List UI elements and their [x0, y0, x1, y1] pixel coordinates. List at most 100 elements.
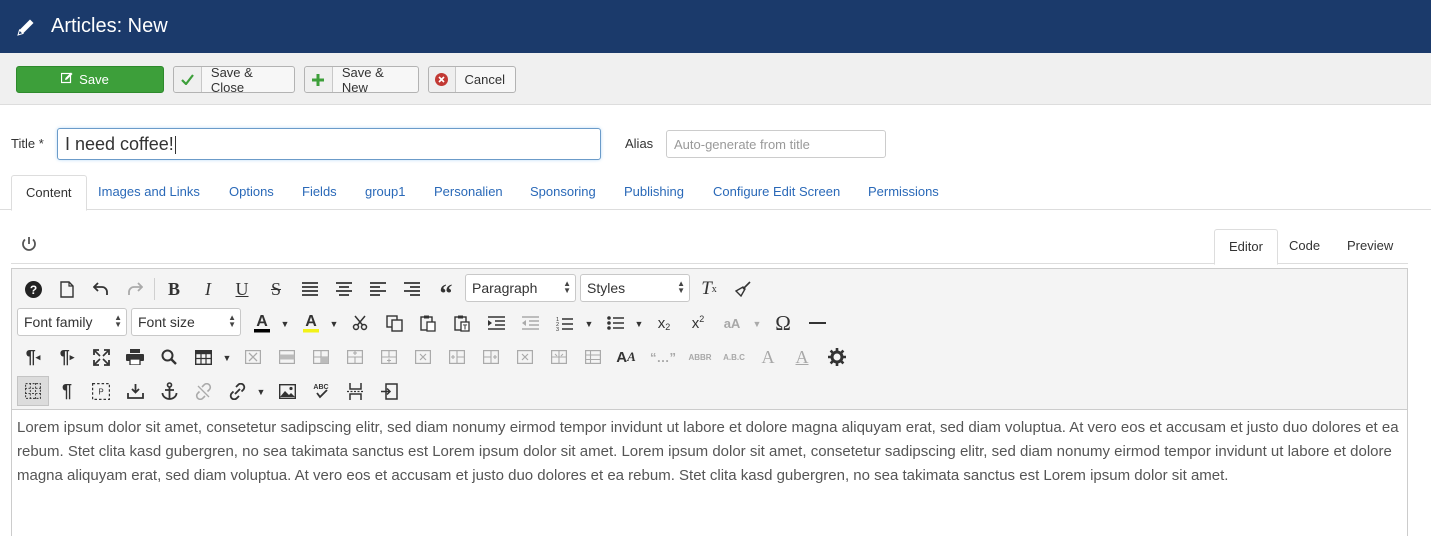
special-character-icon[interactable]: Ω: [769, 309, 797, 337]
link-icon[interactable]: [223, 377, 251, 405]
chevron-down-icon[interactable]: ▼: [584, 319, 594, 329]
read-more-icon[interactable]: [375, 377, 403, 405]
edit-icon: [61, 72, 73, 87]
tab-permissions[interactable]: Permissions: [854, 175, 953, 210]
editor-content[interactable]: Lorem ipsum dolor sit amet, consetetur s…: [17, 416, 1402, 488]
visual-aid-icon[interactable]: [17, 376, 49, 406]
align-justify-icon[interactable]: [296, 275, 324, 303]
chevron-down-icon[interactable]: ▼: [329, 319, 339, 329]
superscript-icon[interactable]: x2: [684, 309, 712, 337]
tab-images-links[interactable]: Images and Links: [84, 175, 214, 210]
background-color-icon[interactable]: A: [297, 309, 325, 337]
ltr-paragraph-icon[interactable]: ¶ ◂: [19, 343, 47, 371]
rtl-paragraph-icon[interactable]: ¶ ▸: [53, 343, 81, 371]
italic-icon[interactable]: I: [194, 275, 222, 303]
styles-select[interactable]: Styles ▲ ▼: [580, 274, 690, 302]
show-blocks-pilcrow-icon[interactable]: ¶: [53, 377, 81, 405]
editor-mode-code[interactable]: Code: [1275, 229, 1334, 264]
insert-column-before-icon[interactable]: [443, 343, 471, 371]
insert-row-after-icon[interactable]: [375, 343, 403, 371]
acronym-icon[interactable]: A.B.C: [720, 343, 748, 371]
insert-template-icon[interactable]: [121, 377, 149, 405]
help-icon[interactable]: ?: [19, 275, 47, 303]
spellcheck-icon[interactable]: ABC: [307, 377, 335, 405]
cite-icon[interactable]: A: [754, 343, 782, 371]
tab-group1[interactable]: group1: [351, 175, 419, 210]
copy-icon[interactable]: [380, 309, 408, 337]
save-close-button[interactable]: Save & Close: [173, 65, 295, 95]
text-color-icon[interactable]: A: [248, 309, 276, 337]
outdent-icon[interactable]: [516, 309, 544, 337]
fullscreen-icon[interactable]: [87, 343, 115, 371]
tab-content[interactable]: Content: [11, 175, 87, 211]
save-button[interactable]: Save: [16, 66, 164, 93]
new-document-icon[interactable]: [53, 275, 81, 303]
abbreviation-icon[interactable]: ABBR: [686, 343, 714, 371]
blockquote-icon[interactable]: “: [432, 275, 460, 308]
font-size-select[interactable]: Font size ▲ ▼: [131, 308, 241, 336]
horizontal-rule-icon[interactable]: [803, 309, 831, 337]
chevron-down-icon[interactable]: ▼: [280, 319, 290, 329]
cut-icon[interactable]: [346, 309, 374, 337]
align-left-icon[interactable]: [364, 275, 392, 303]
broom-icon[interactable]: [729, 275, 757, 303]
tab-publishing[interactable]: Publishing: [610, 175, 698, 210]
cancel-button[interactable]: Cancel: [428, 66, 516, 93]
table-icon[interactable]: [189, 343, 217, 371]
indent-icon[interactable]: [482, 309, 510, 337]
subscript-icon[interactable]: x2: [650, 309, 678, 337]
select-arrows-icon: ▲ ▼: [563, 279, 571, 295]
undo-icon[interactable]: [87, 275, 115, 303]
print-icon[interactable]: [121, 343, 149, 371]
change-case-icon[interactable]: aA: [718, 309, 746, 337]
split-cells-icon[interactable]: [545, 343, 573, 371]
delete-column-icon[interactable]: [511, 343, 539, 371]
image-icon[interactable]: [273, 377, 301, 405]
power-icon[interactable]: [20, 235, 38, 253]
paste-icon[interactable]: [414, 309, 442, 337]
insert-column-after-icon[interactable]: [477, 343, 505, 371]
delete-row-icon[interactable]: [409, 343, 437, 371]
format-select[interactable]: Paragraph ▲ ▼: [465, 274, 576, 302]
editor-mode-editor[interactable]: Editor: [1214, 229, 1278, 265]
style-format-icon[interactable]: AA: [612, 343, 640, 371]
align-right-icon[interactable]: [398, 275, 426, 303]
tab-fields[interactable]: Fields: [288, 175, 351, 210]
numbered-list-icon[interactable]: 123: [550, 309, 578, 337]
search-icon[interactable]: [155, 343, 183, 371]
editor-mode-preview[interactable]: Preview: [1333, 229, 1407, 264]
editor-toolbar: ? B I U S “ Paragraph ▲ ▼ Styles ▲ ▼ Tx Font…: [12, 269, 1407, 410]
strikethrough-icon[interactable]: S: [262, 275, 290, 303]
page-break-icon[interactable]: [341, 377, 369, 405]
insert-text-icon[interactable]: A: [788, 343, 816, 371]
tab-sponsoring[interactable]: Sponsoring: [516, 175, 610, 210]
unlink-icon[interactable]: [189, 377, 217, 405]
merge-cells-icon[interactable]: [579, 343, 607, 371]
align-center-icon[interactable]: [330, 275, 358, 303]
tab-personalien[interactable]: Personalien: [420, 175, 517, 210]
tab-configure-edit-screen[interactable]: Configure Edit Screen: [699, 175, 854, 210]
redo-icon[interactable]: [121, 275, 149, 303]
alias-input[interactable]: [666, 130, 886, 158]
quote-icon[interactable]: “…”: [646, 343, 680, 371]
title-input[interactable]: I need coffee!: [57, 128, 601, 160]
gear-icon[interactable]: [823, 343, 851, 371]
table-row-props-icon[interactable]: [273, 343, 301, 371]
paste-text-icon[interactable]: T: [448, 309, 476, 337]
save-new-button[interactable]: Save & New: [304, 65, 419, 95]
chevron-down-icon[interactable]: ▼: [256, 387, 266, 397]
table-cell-props-icon[interactable]: [307, 343, 335, 371]
bold-icon[interactable]: B: [160, 275, 188, 303]
bullet-list-icon[interactable]: [601, 309, 629, 337]
chevron-down-icon[interactable]: ▼: [752, 319, 762, 329]
clear-formatting-icon[interactable]: Tx: [695, 275, 723, 303]
anchor-icon[interactable]: [155, 377, 183, 405]
underline-icon[interactable]: U: [228, 275, 256, 303]
show-blocks-icon[interactable]: P: [87, 377, 115, 405]
insert-row-before-icon[interactable]: [341, 343, 369, 371]
chevron-down-icon[interactable]: ▼: [634, 319, 644, 329]
delete-table-icon[interactable]: [239, 343, 267, 371]
tab-options[interactable]: Options: [215, 175, 288, 210]
font-family-select[interactable]: Font family ▲ ▼: [17, 308, 127, 336]
chevron-down-icon[interactable]: ▼: [222, 353, 232, 363]
